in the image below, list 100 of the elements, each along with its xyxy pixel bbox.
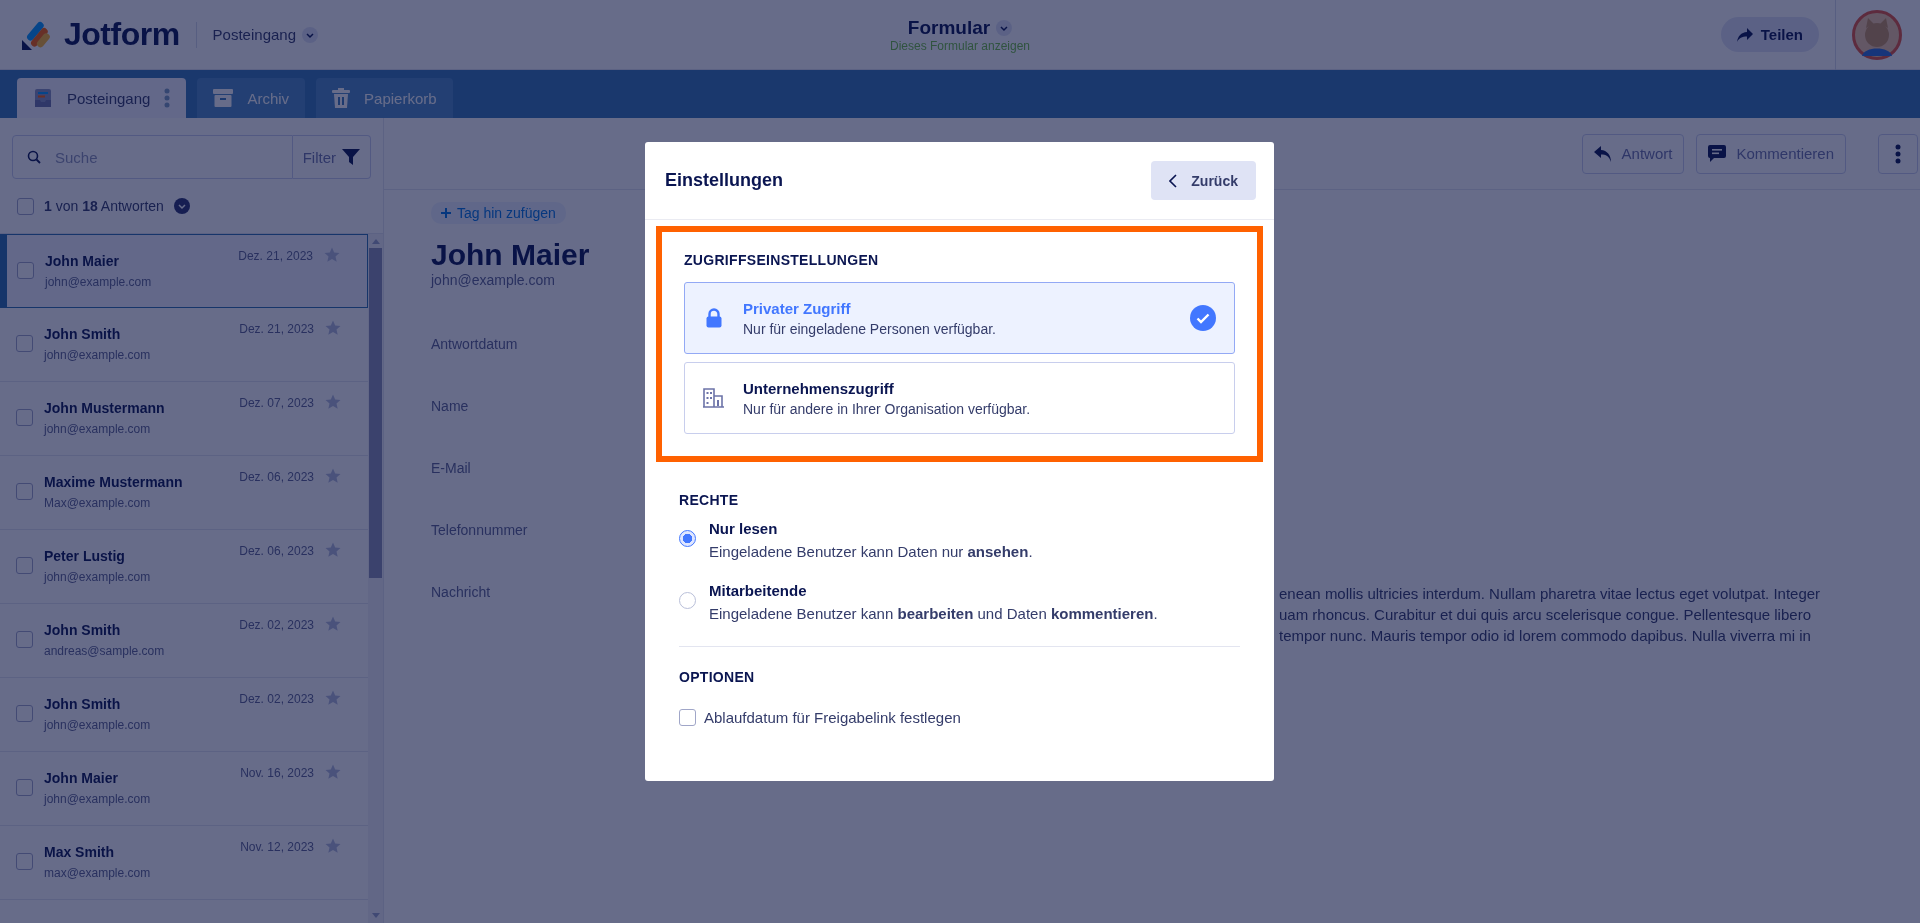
chevron-icon[interactable]	[996, 19, 1013, 36]
submission-item[interactable]: Maxime Mustermann Max@example.com Dez. 06, 2023	[0, 456, 368, 530]
submission-item[interactable]: Peter Lustig john@example.com Dez. 06, 2023	[0, 530, 368, 604]
star-icon[interactable]	[325, 616, 341, 632]
tab[interactable]: Posteingang	[17, 78, 187, 118]
field-label: Antwortdatum	[431, 336, 518, 352]
field-label: E-Mail	[431, 460, 471, 476]
submitter-name: Maxime Mustermann	[44, 474, 184, 490]
submitter-email: john@example.com	[44, 422, 152, 436]
building-icon	[701, 388, 727, 408]
response-count: 1 von 18 Antworten	[44, 198, 164, 214]
comment-button[interactable]: Kommentieren	[1696, 133, 1846, 174]
checkbox[interactable]	[16, 335, 33, 352]
checkbox[interactable]	[17, 197, 34, 215]
access-option[interactable]: Privater Zugriff Nur für eingeladene Personen verfügbar.	[684, 282, 1235, 354]
checkbox[interactable]	[16, 409, 33, 426]
submission-item[interactable]: John Maier john@example.com Nov. 16, 2023	[0, 752, 368, 826]
submission-item[interactable]: John Smith andreas@sample.com Dez. 02, 2023	[0, 604, 368, 678]
logo-text: Jotform	[64, 16, 180, 53]
section-heading: OPTIONEN	[679, 669, 756, 685]
submitter-name: John Maier	[44, 770, 119, 786]
option-description: Eingeladene Benutzer kann Daten nur ansehen.	[709, 543, 1033, 560]
option-description: Nur für eingeladene Personen verfügbar.	[743, 320, 997, 337]
option-description: Eingeladene Benutzer kann bearbeiten und Daten kommentieren.	[709, 605, 1158, 622]
message-text: tempor nunc. Mauris tempor odio id lorem commodo dapibus. Nulla viverra mi in	[1279, 626, 1812, 646]
checkbox[interactable]	[679, 709, 696, 726]
radio-button[interactable]	[679, 530, 696, 547]
submitter-name: Peter Lustig	[44, 548, 126, 564]
trash-icon	[332, 88, 351, 108]
reply-button[interactable]: Antwort	[1581, 133, 1685, 174]
checkbox[interactable]	[16, 631, 33, 648]
checkbox[interactable]	[16, 483, 33, 500]
avatar[interactable]	[1852, 9, 1902, 60]
scrollbar[interactable]	[368, 234, 383, 923]
star-icon[interactable]	[325, 838, 341, 854]
tab[interactable]: Papierkorb	[316, 78, 453, 118]
checkbox[interactable]	[16, 853, 33, 870]
submission-item[interactable]: Max Smith max@example.com Nov. 12, 2023	[0, 826, 368, 900]
more-options-button[interactable]	[1878, 133, 1918, 174]
submitter-email: andreas@sample.com	[44, 644, 166, 658]
submitter-name: Max Smith	[44, 844, 115, 860]
scroll-down-icon[interactable]	[370, 913, 381, 919]
checkbox[interactable]	[16, 779, 33, 796]
more-options-icon[interactable]	[164, 88, 171, 108]
search-icon	[27, 150, 41, 164]
back-button[interactable]: Zurück	[1151, 161, 1256, 200]
submission-item[interactable]: John Maier john@example.com Dez. 21, 2023	[0, 234, 368, 308]
filter-icon	[342, 148, 360, 166]
checkbox[interactable]	[16, 557, 33, 574]
submission-date: Dez. 02, 2023	[239, 618, 314, 632]
share-arrow-icon	[1736, 27, 1753, 42]
submitter-email: john@example.com	[44, 792, 152, 806]
scroll-up-icon[interactable]	[370, 238, 381, 244]
section-heading: RECHTE	[679, 492, 740, 508]
star-icon[interactable]	[325, 690, 341, 706]
filter-button[interactable]: Filter	[292, 135, 371, 179]
option-title: Mitarbeitende	[709, 582, 808, 599]
submission-item[interactable]: John Smith john@example.com Dez. 21, 2023	[0, 308, 368, 382]
chevron-left-icon	[1169, 173, 1178, 188]
field-label: Nachricht	[431, 584, 491, 600]
section-heading: ZUGRIFFSEINSTELLUNGEN	[684, 252, 880, 268]
submitter-email: max@example.com	[44, 866, 152, 880]
form-title[interactable]: Formular	[907, 16, 991, 39]
add-tag-button[interactable]: Tag hin zufügen	[431, 202, 566, 224]
star-icon[interactable]	[325, 394, 341, 410]
dialog-title: Einstellungen	[665, 170, 783, 191]
submission-date: Dez. 21, 2023	[239, 322, 314, 336]
submitter-name: John Maier	[431, 238, 590, 272]
reply-arrow-icon	[1593, 145, 1612, 162]
submission-item[interactable]: John Mustermann john@example.com Dez. 07, 2023	[0, 382, 368, 456]
plus-icon	[441, 208, 451, 218]
submitter-email: john@example.com	[44, 718, 152, 732]
submitter-name: John Smith	[44, 696, 122, 712]
chevron-icon	[302, 26, 318, 43]
share-button[interactable]: Teilen	[1720, 17, 1819, 52]
star-icon[interactable]	[325, 320, 341, 336]
submission-item[interactable]: John Smith john@example.com Dez. 02, 2023	[0, 678, 368, 752]
archive-box-icon	[213, 89, 234, 107]
chevron-icon[interactable]	[173, 198, 190, 214]
submitter-name: John Maier	[45, 253, 120, 269]
submitter-email: john@example.com	[44, 348, 152, 362]
submitter-email: Max@example.com	[44, 496, 152, 510]
option-title: Nur lesen	[709, 520, 779, 537]
message-text: uam rhoncus. Curabitur et dui quis arcu scelerisque congue. Pellentesque libero	[1279, 605, 1812, 625]
submission-date: Dez. 07, 2023	[239, 396, 314, 410]
checkbox[interactable]	[16, 705, 33, 722]
submitter-email: john@example.com	[45, 275, 153, 289]
access-option[interactable]: Unternehmenszugriff Nur für andere in Ihrer Organisation verfügbar.	[684, 362, 1235, 434]
tab[interactable]: Archiv	[197, 78, 306, 118]
radio-button[interactable]	[679, 592, 696, 609]
submission-date: Dez. 06, 2023	[239, 544, 314, 558]
option-description: Nur für andere in Ihrer Organisation verfügbar.	[743, 400, 1032, 417]
star-icon[interactable]	[325, 468, 341, 484]
inbox-selector[interactable]: Posteingang	[212, 26, 318, 43]
star-icon[interactable]	[324, 247, 340, 263]
field-label: Name	[431, 398, 469, 414]
checkbox[interactable]	[17, 262, 34, 279]
star-icon[interactable]	[325, 542, 341, 558]
star-icon[interactable]	[325, 764, 341, 780]
submitter-email: john@example.com	[431, 272, 555, 288]
